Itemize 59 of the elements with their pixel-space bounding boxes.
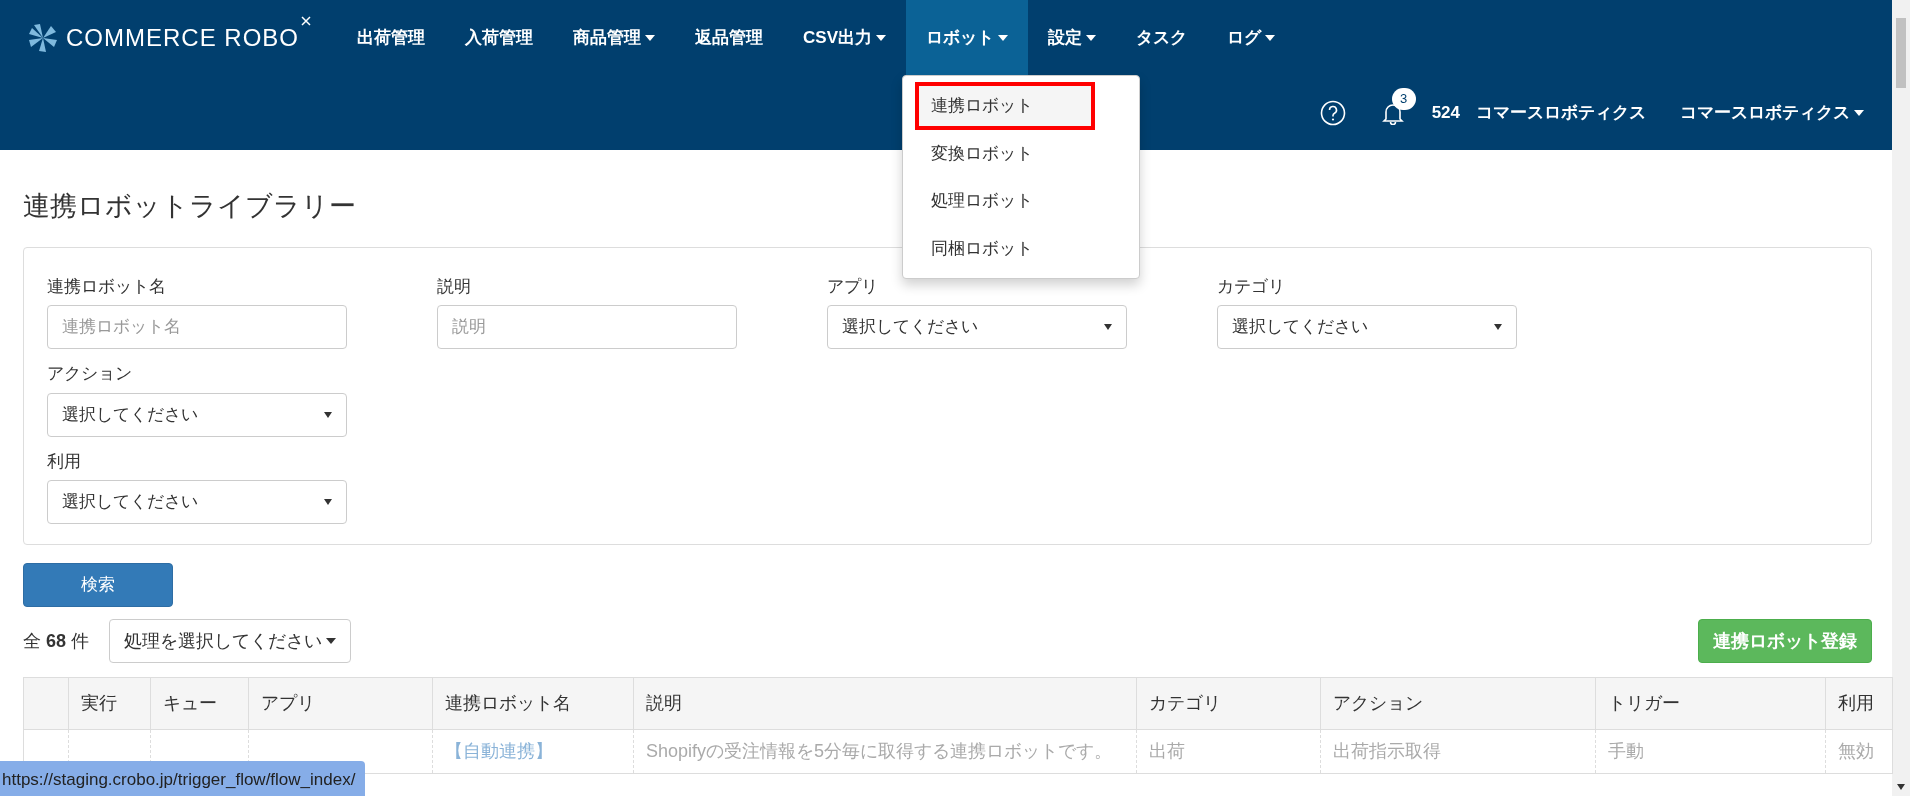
table-cell: 出荷指示取得 [1320, 729, 1596, 774]
table-cell: 手動 [1595, 729, 1826, 774]
caret-icon [1494, 324, 1502, 330]
field-label: 説明 [437, 275, 472, 298]
caret-icon [324, 499, 332, 505]
nav-item[interactable]: 入荷管理 [445, 0, 553, 75]
account-id: 524 [1431, 101, 1460, 124]
field-label: アプリ [827, 275, 879, 298]
status-url: https://staging.crobo.jp/trigger_flow/flow_index/ [0, 760, 366, 796]
logo-icon [28, 22, 58, 53]
nav-item[interactable]: CSV出力 [783, 0, 906, 75]
nav-item[interactable]: ロボット [906, 0, 1028, 75]
caret-icon [324, 411, 332, 418]
user-menu[interactable]: コマースロボティクス [1680, 99, 1864, 126]
field-label: カテゴリ [1217, 275, 1286, 298]
table-cell: 出荷 [1136, 729, 1321, 774]
column-header: 連携ロボット名 [432, 677, 634, 730]
page-title: 連携ロボットライブラリー [23, 190, 356, 223]
nav-item[interactable]: 返品管理 [675, 0, 783, 75]
column-header: 利用 [1825, 677, 1893, 730]
dropdown-item[interactable]: 連携ロボット [915, 82, 1095, 130]
dropdown-item[interactable]: 変換ロボット [903, 129, 1139, 177]
table-cell: Shopifyの受注情報を5分毎に取得する連携ロボットです。 [633, 729, 1137, 774]
column-header: カテゴリ [1136, 677, 1321, 730]
sparkle-icon [301, 15, 311, 26]
select-field[interactable]: 選択してください [827, 305, 1127, 349]
input-field[interactable]: 連携ロボット名 [47, 305, 347, 349]
column-header: キュー [150, 677, 249, 730]
field-label: アクション [47, 363, 133, 385]
dropdown-item[interactable]: 処理ロボット [903, 177, 1139, 225]
caret-icon [1104, 324, 1112, 330]
input-field[interactable]: 説明 [437, 305, 737, 349]
table-cell: 無効 [1825, 729, 1893, 774]
scrollbar[interactable] [1892, 0, 1910, 796]
column-header: 説明 [633, 677, 1137, 730]
bulk-action-dropdown[interactable]: 処理を選択してください [109, 619, 352, 663]
result-count: 全 68 件 [23, 629, 90, 653]
nav-item[interactable]: 出荷管理 [337, 0, 445, 75]
help-icon[interactable] [1319, 99, 1346, 126]
select-field[interactable]: 選択してください [47, 480, 347, 524]
nav-item[interactable]: 設定 [1028, 0, 1116, 75]
select-field[interactable]: 選択してください [47, 392, 347, 437]
select-field[interactable]: 選択してください [1217, 305, 1517, 349]
nav-item[interactable]: 商品管理 [553, 0, 675, 75]
column-header: アクション [1320, 677, 1596, 730]
column-header: アプリ [248, 677, 433, 730]
caret-icon [326, 638, 337, 644]
field-label: 連携ロボット名 [47, 275, 167, 298]
nav-item[interactable]: ログ [1207, 0, 1295, 75]
logo-text: COMMERCE ROBO [66, 22, 299, 53]
column-header: トリガー [1595, 677, 1826, 730]
notification-badge: 3 [1391, 87, 1416, 110]
dropdown-item[interactable]: 同梱ロボット [903, 224, 1139, 272]
field-label: 利用 [47, 450, 82, 473]
nav-item[interactable]: タスク [1116, 0, 1207, 75]
search-button[interactable]: 検索 [23, 563, 173, 607]
caret-icon [1854, 109, 1864, 116]
company-name: コマースロボティクス [1476, 101, 1646, 124]
column-header: 実行 [68, 677, 151, 730]
